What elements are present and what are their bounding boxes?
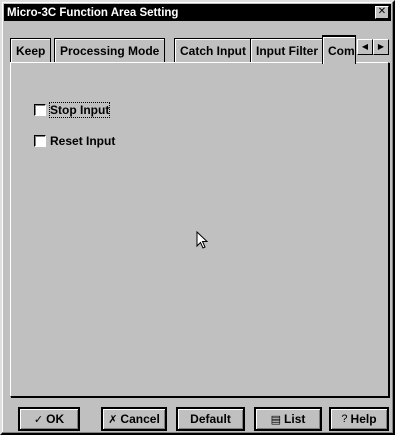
ok-button[interactable]: ✓ OK bbox=[18, 407, 80, 431]
tab-label: Input Filter bbox=[256, 43, 318, 58]
reset-input-label[interactable]: Reset Input bbox=[50, 134, 115, 148]
tab-input-filter[interactable]: Input Filter bbox=[250, 38, 324, 62]
list-button[interactable]: ▤ List bbox=[254, 407, 322, 431]
tab-catch-input[interactable]: Catch Input bbox=[174, 38, 252, 62]
stop-input-option[interactable]: Stop Input bbox=[34, 102, 111, 118]
tab-processing-mode[interactable]: Processing Mode bbox=[54, 38, 166, 62]
default-button[interactable]: Default bbox=[176, 407, 245, 431]
tab-keep[interactable]: Keep bbox=[10, 38, 52, 62]
tab-strip: Keep Processing Mode Catch Input Input F… bbox=[10, 35, 389, 64]
tab-label: Comm bbox=[328, 43, 355, 58]
arrow-left-icon: ◀ bbox=[361, 42, 369, 51]
stop-input-label[interactable]: Stop Input bbox=[48, 102, 111, 118]
tab-scroll-right-button[interactable]: ▶ bbox=[373, 39, 389, 55]
tab-comm[interactable]: Comm bbox=[322, 35, 356, 64]
help-icon: ? bbox=[341, 413, 348, 425]
cancel-button[interactable]: ✗ Cancel bbox=[101, 407, 167, 431]
stop-input-checkbox[interactable] bbox=[34, 104, 46, 116]
reset-input-checkbox[interactable] bbox=[34, 135, 46, 147]
reset-input-option[interactable]: Reset Input bbox=[34, 134, 115, 148]
cancel-x-icon: ✗ bbox=[108, 413, 118, 426]
tab-scroll-buttons: ◀ ▶ bbox=[357, 39, 389, 55]
dialog-window: Micro-3C Function Area Setting ✕ Keep Pr… bbox=[0, 0, 395, 435]
mouse-pointer-icon bbox=[196, 231, 209, 249]
list-icon: ▤ bbox=[270, 413, 282, 426]
cancel-label: Cancel bbox=[120, 412, 160, 426]
close-button[interactable]: ✕ bbox=[375, 6, 389, 19]
list-label: List bbox=[284, 412, 306, 426]
arrow-right-icon: ▶ bbox=[377, 42, 385, 51]
help-label: Help bbox=[350, 412, 377, 426]
tab-label: Processing Mode bbox=[60, 43, 160, 58]
tab-label: Catch Input bbox=[180, 43, 246, 58]
ok-label: OK bbox=[46, 412, 65, 426]
tab-scroll-left-button[interactable]: ◀ bbox=[357, 39, 373, 55]
default-label: Default bbox=[190, 412, 231, 426]
close-icon: ✕ bbox=[377, 6, 387, 17]
window-title: Micro-3C Function Area Setting bbox=[7, 6, 179, 19]
help-button[interactable]: ? Help bbox=[329, 407, 389, 431]
tab-label: Keep bbox=[16, 43, 46, 58]
title-bar[interactable]: Micro-3C Function Area Setting ✕ bbox=[4, 4, 391, 21]
checkmark-icon: ✓ bbox=[33, 413, 44, 426]
